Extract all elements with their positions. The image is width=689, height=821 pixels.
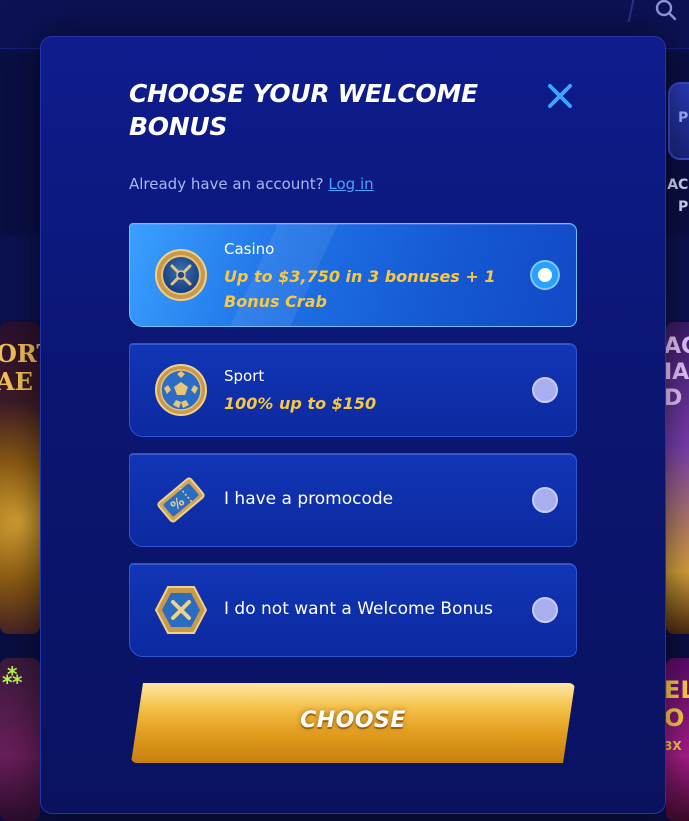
option-no-bonus[interactable]: I do not want a Welcome Bonus (129, 563, 577, 657)
login-link[interactable]: Log in (328, 175, 373, 193)
radio-unselected[interactable] (532, 377, 558, 403)
football-icon (155, 364, 207, 416)
option-description: Up to $3,750 in 3 bonuses + 1 Bonus Crab (224, 267, 496, 311)
search-icon[interactable] (654, 0, 678, 22)
jackpot-badge: P (668, 82, 689, 160)
game-tile-title-line-2: O (666, 704, 685, 732)
game-tile-title-line-2: IAI (666, 360, 689, 385)
radio-selected[interactable] (532, 262, 558, 288)
game-tile-title-line-2: AE (0, 367, 33, 396)
option-promocode[interactable]: % I have a promocode (129, 453, 577, 547)
casino-chip-icon (155, 249, 207, 301)
page: P JAC P ORT AE ⁂ AC IAI D EL O 3X CHOOSE… (0, 0, 689, 821)
no-bonus-icon (154, 586, 208, 634)
choose-button-label: CHOOSE (300, 708, 406, 733)
account-prompt-text: Already have an account? (129, 175, 324, 193)
game-tile-title-line-1: EL (666, 676, 689, 704)
game-tile-title-line-1: AC (666, 334, 689, 359)
game-tile[interactable]: ⁂ (0, 658, 40, 821)
game-tile-title: AC IAI D (666, 334, 689, 412)
game-tile[interactable]: EL O 3X (666, 658, 689, 821)
radio-unselected[interactable] (532, 487, 558, 513)
game-tile-title-line-3: D (666, 386, 683, 411)
promo-ticket-icon: % (157, 477, 205, 523)
header-divider (627, 0, 635, 22)
game-tile[interactable]: AC IAI D (666, 322, 689, 634)
game-tile[interactable]: ORT AE (0, 322, 40, 634)
option-sport[interactable]: Sport 100% up to $150 (129, 343, 577, 437)
modal-title: CHOOSE YOUR WELCOME BONUS (129, 79, 478, 141)
game-tile-title-line-1: ORT (0, 339, 40, 368)
option-label: Sport (224, 367, 265, 385)
option-description: 100% up to $150 (224, 394, 377, 413)
option-casino[interactable]: Casino Up to $3,750 in 3 bonuses + 1 Bon… (129, 223, 577, 327)
account-prompt: Already have an account? Log in (129, 175, 374, 193)
game-tile-title: ORT AE (0, 340, 40, 396)
radio-unselected[interactable] (532, 597, 558, 623)
jackpot-badge-text: P (678, 110, 689, 126)
option-label: I have a promocode (224, 489, 394, 509)
close-icon[interactable] (541, 77, 579, 115)
game-tile-title-line-3: 3X (666, 739, 682, 753)
welcome-bonus-modal: CHOOSE YOUR WELCOME BONUS Already have a… (40, 36, 666, 814)
option-label: Casino (224, 240, 275, 258)
game-tile-title: EL O 3X (666, 676, 689, 760)
game-tile-decoration: ⁂ (2, 664, 23, 688)
option-label: I do not want a Welcome Bonus (224, 599, 493, 619)
choose-button[interactable]: CHOOSE (131, 683, 575, 763)
